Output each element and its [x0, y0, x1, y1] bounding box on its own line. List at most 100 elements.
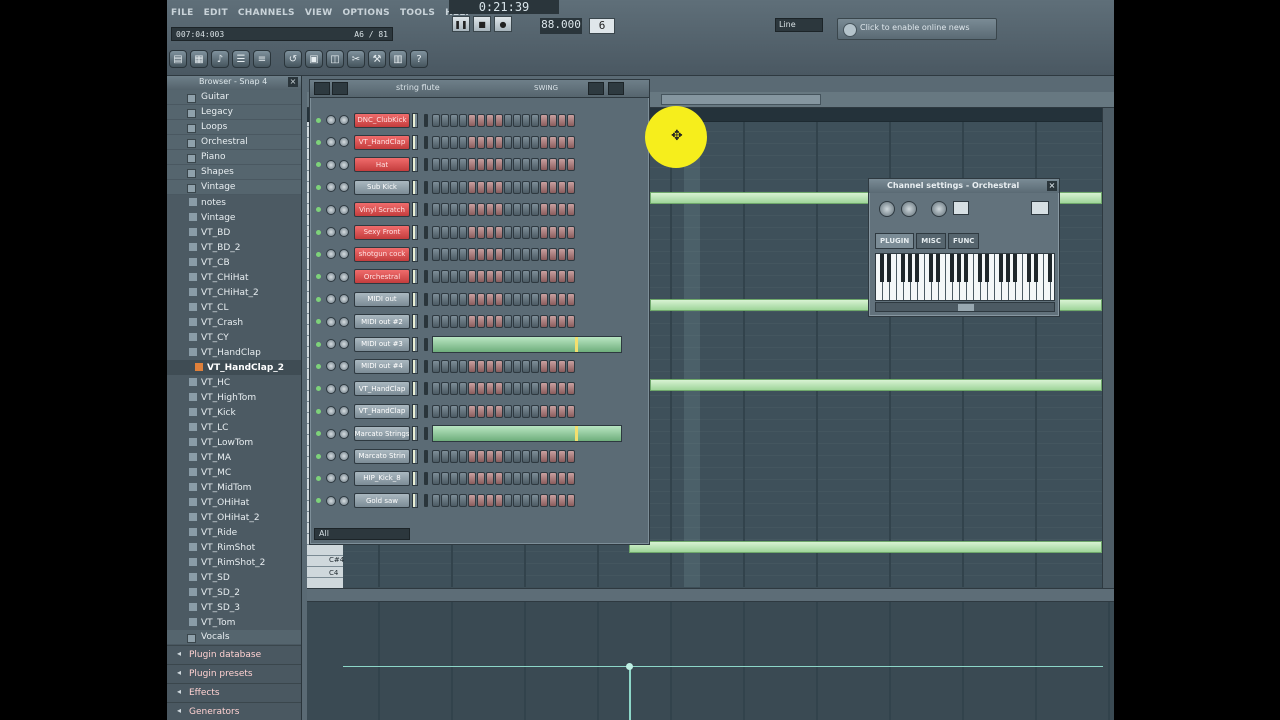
select-indicator[interactable]	[424, 449, 428, 463]
step-button[interactable]	[495, 471, 503, 485]
step-button[interactable]	[459, 292, 467, 306]
browser-file[interactable]: VT_SD	[167, 570, 301, 585]
step-button[interactable]	[504, 247, 512, 261]
step-button[interactable]	[549, 135, 557, 149]
select-indicator[interactable]	[424, 337, 428, 351]
step-button[interactable]	[459, 180, 467, 194]
channel-button[interactable]: HIP_Kick_8	[354, 470, 410, 486]
pattern-selector[interactable]: 6	[589, 18, 615, 34]
step-button[interactable]	[522, 203, 530, 217]
step-button[interactable]	[504, 180, 512, 194]
step-button[interactable]	[432, 158, 440, 172]
browser-folder[interactable]: Vocals	[167, 630, 301, 645]
step-button[interactable]	[468, 158, 476, 172]
step-button[interactable]	[486, 270, 494, 284]
step-button[interactable]	[441, 359, 449, 373]
step-button[interactable]	[477, 382, 485, 396]
select-indicator[interactable]	[424, 135, 428, 149]
select-indicator[interactable]	[424, 158, 428, 172]
step-button[interactable]	[504, 158, 512, 172]
step-button[interactable]	[504, 382, 512, 396]
pan-knob[interactable]	[326, 383, 336, 394]
step-button[interactable]	[549, 404, 557, 418]
step-button[interactable]	[459, 135, 467, 149]
step-button[interactable]	[450, 471, 458, 485]
step-button[interactable]	[549, 225, 557, 239]
vertical-scrollbar[interactable]	[1102, 108, 1114, 588]
step-button[interactable]	[522, 270, 530, 284]
step-button[interactable]	[558, 225, 566, 239]
mute-led[interactable]	[316, 498, 321, 504]
step-button[interactable]	[486, 247, 494, 261]
step-button[interactable]	[558, 315, 566, 329]
step-button[interactable]	[540, 494, 548, 508]
pan-knob[interactable]	[326, 137, 336, 148]
step-button[interactable]	[531, 404, 539, 418]
step-button[interactable]	[513, 158, 521, 172]
tempo-display[interactable]: 88.000	[540, 18, 582, 34]
step-button[interactable]	[549, 113, 557, 127]
mini-piano-roll[interactable]	[432, 425, 622, 443]
mute-led[interactable]	[316, 386, 321, 392]
step-button[interactable]	[432, 359, 440, 373]
browser-file[interactable]: VT_HandClap	[167, 345, 301, 360]
step-button[interactable]	[558, 359, 566, 373]
step-button[interactable]	[459, 203, 467, 217]
mute-led[interactable]	[316, 453, 321, 459]
step-button[interactable]	[495, 180, 503, 194]
step-button[interactable]	[531, 203, 539, 217]
step-button[interactable]	[549, 359, 557, 373]
step-button[interactable]	[432, 382, 440, 396]
mute-led[interactable]	[316, 341, 321, 347]
step-button[interactable]	[567, 135, 575, 149]
step-button[interactable]	[441, 471, 449, 485]
step-button[interactable]	[432, 471, 440, 485]
step-button[interactable]	[450, 449, 458, 463]
menu-channels[interactable]: CHANNELS	[238, 8, 295, 18]
step-button[interactable]	[477, 292, 485, 306]
step-button[interactable]	[441, 203, 449, 217]
menu-file[interactable]: FILE	[171, 8, 194, 18]
menu-icon[interactable]	[314, 82, 330, 95]
mute-led[interactable]	[316, 184, 321, 190]
step-button[interactable]	[513, 359, 521, 373]
step-button[interactable]	[504, 315, 512, 329]
step-button[interactable]	[567, 203, 575, 217]
step-button[interactable]	[531, 382, 539, 396]
browser-file[interactable]: VT_RimShot	[167, 540, 301, 555]
step-button[interactable]	[450, 247, 458, 261]
step-button[interactable]	[567, 270, 575, 284]
pan-knob[interactable]	[326, 339, 336, 349]
step-button[interactable]	[468, 382, 476, 396]
step-button[interactable]	[558, 158, 566, 172]
playlist-icon[interactable]: ▤	[169, 50, 187, 68]
step-button[interactable]	[513, 247, 521, 261]
step-button[interactable]	[504, 292, 512, 306]
save-icon[interactable]: ▣	[305, 50, 323, 68]
step-button[interactable]	[486, 494, 494, 508]
step-button[interactable]	[513, 471, 521, 485]
step-button[interactable]	[432, 247, 440, 261]
step-button[interactable]	[459, 494, 467, 508]
root-note-keyboard[interactable]	[875, 253, 1055, 301]
step-button[interactable]	[567, 359, 575, 373]
volume-knob[interactable]	[339, 495, 349, 506]
black-key[interactable]	[915, 254, 919, 282]
step-button[interactable]	[504, 203, 512, 217]
step-button[interactable]	[459, 471, 467, 485]
step-button[interactable]	[495, 270, 503, 284]
browser-file[interactable]: VT_LC	[167, 420, 301, 435]
mute-led[interactable]	[316, 207, 321, 213]
browser-file[interactable]: VT_BD_2	[167, 240, 301, 255]
browser-file[interactable]: VT_HC	[167, 375, 301, 390]
select-indicator[interactable]	[424, 427, 428, 441]
browser-icon[interactable]: ☰	[232, 50, 250, 68]
select-indicator[interactable]	[424, 292, 428, 306]
step-button[interactable]	[468, 203, 476, 217]
step-button[interactable]	[549, 382, 557, 396]
step-button[interactable]	[477, 471, 485, 485]
step-button[interactable]	[540, 270, 548, 284]
black-key[interactable]	[908, 254, 912, 282]
step-button[interactable]	[441, 404, 449, 418]
step-button[interactable]	[486, 382, 494, 396]
